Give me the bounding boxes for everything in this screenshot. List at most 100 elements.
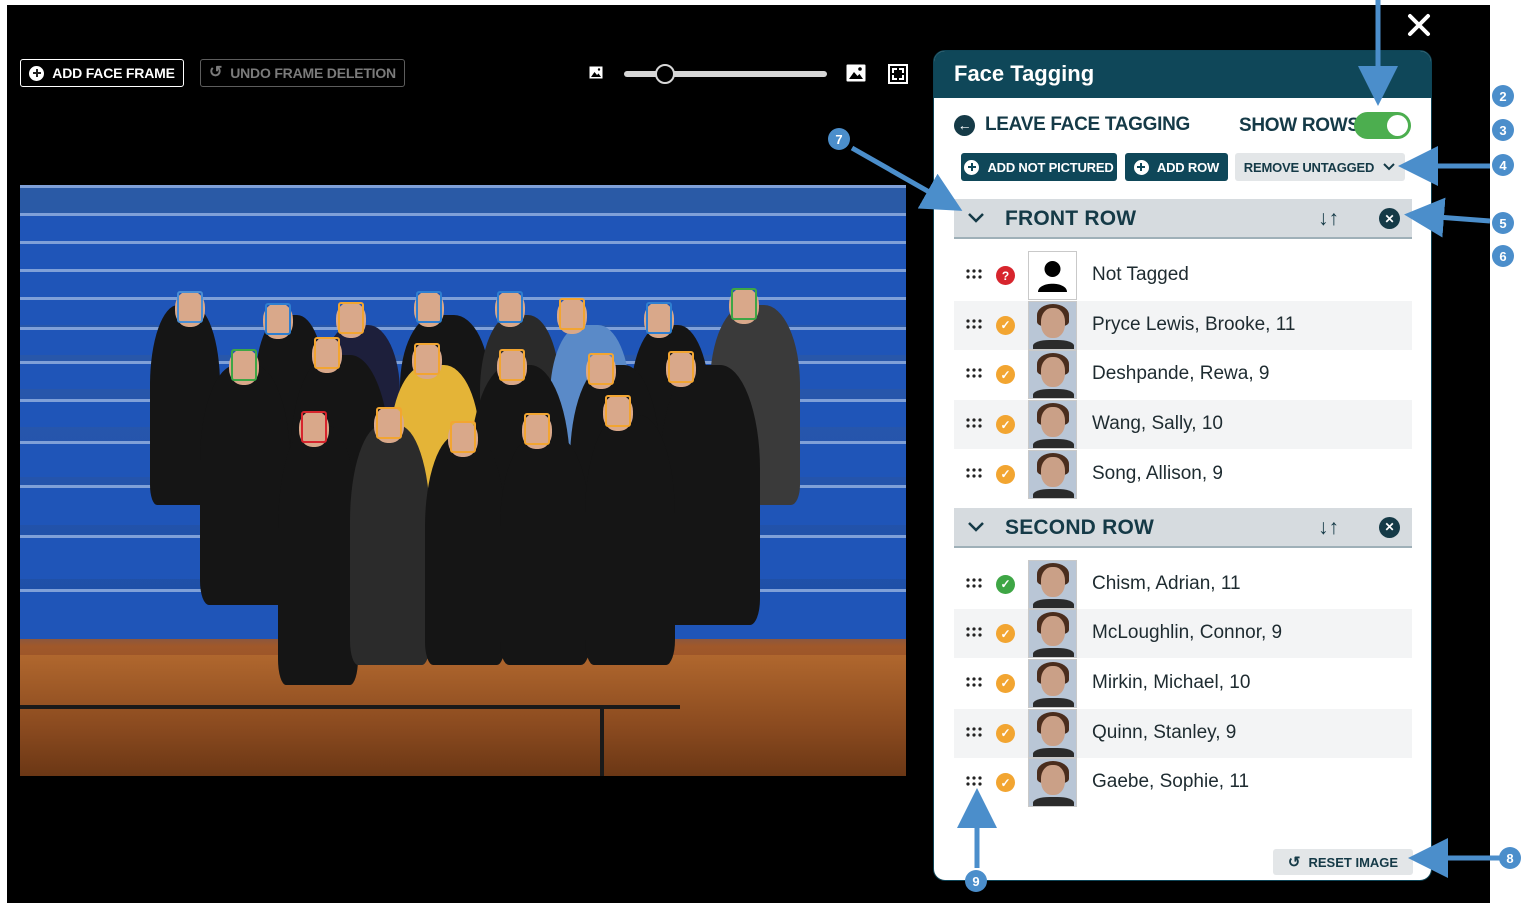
face-frame[interactable] xyxy=(338,302,364,334)
face-frame[interactable] xyxy=(731,288,757,320)
avatar xyxy=(1028,400,1077,450)
status-badge: ✓ xyxy=(996,415,1015,435)
status-badge: ✓ xyxy=(996,574,1015,594)
face-frame[interactable] xyxy=(559,298,585,330)
drag-handle-icon[interactable] xyxy=(966,626,982,638)
chevron-down-icon xyxy=(1383,163,1395,171)
list-item[interactable]: ? Not Tagged xyxy=(954,251,1412,300)
face-frame[interactable] xyxy=(301,411,327,443)
face-frame[interactable] xyxy=(265,303,291,335)
add-row-button[interactable]: ADD ROW xyxy=(1125,153,1228,181)
face-frame[interactable] xyxy=(177,291,203,323)
avatar xyxy=(1028,350,1077,400)
status-badge: ✓ xyxy=(996,624,1015,644)
person-name: Not Tagged xyxy=(1092,264,1189,285)
face-frame[interactable] xyxy=(450,421,476,453)
zoom-slider-thumb[interactable] xyxy=(654,64,675,84)
list-item[interactable]: ✓ Deshpande, Rewa, 9 xyxy=(954,350,1412,400)
image-small-icon[interactable] xyxy=(589,66,603,79)
reset-image-label: RESET IMAGE xyxy=(1308,854,1399,870)
add-not-pictured-button[interactable]: ADD NOT PICTURED xyxy=(961,153,1117,181)
person-name: Pryce Lewis, Brooke, 11 xyxy=(1092,313,1296,335)
show-rows-toggle[interactable] xyxy=(1354,112,1411,139)
add-face-frame-button[interactable]: ADD FACE FRAME xyxy=(20,59,184,87)
chevron-down-icon[interactable] xyxy=(966,517,986,537)
chevron-down-icon[interactable] xyxy=(966,208,986,228)
sort-arrows-icon[interactable]: ↓↑ xyxy=(1318,516,1339,540)
avatar xyxy=(1028,251,1077,300)
person-name: Wang, Sally, 10 xyxy=(1092,413,1223,435)
face-frame[interactable] xyxy=(376,407,402,439)
rows-list[interactable]: FRONT ROW ↓↑ ✕? Not Tagged ✓ Pryce Lewis, Bro… xyxy=(954,199,1412,817)
face-frame[interactable] xyxy=(314,337,340,369)
face-frame[interactable] xyxy=(668,351,694,383)
remove-untagged-dropdown[interactable]: REMOVE UNTAGGED xyxy=(1235,153,1405,181)
face-frame[interactable] xyxy=(416,291,442,323)
x-circle-icon[interactable]: ✕ xyxy=(1379,208,1400,229)
person-name: Song, Allison, 9 xyxy=(1092,462,1223,484)
face-frame[interactable] xyxy=(588,353,614,385)
person-name: McLoughlin, Connor, 9 xyxy=(1092,622,1283,644)
show-rows-label: SHOW ROWS xyxy=(1239,115,1360,136)
add-not-pictured-label: ADD NOT PICTURED xyxy=(987,159,1114,175)
drag-handle-icon[interactable] xyxy=(966,726,982,738)
sort-arrows-icon[interactable]: ↓↑ xyxy=(1318,207,1339,231)
drag-handle-icon[interactable] xyxy=(966,268,982,280)
avatar xyxy=(1028,758,1077,808)
face-frame[interactable] xyxy=(646,302,672,334)
face-frame[interactable] xyxy=(231,349,257,381)
x-circle-icon[interactable]: ✕ xyxy=(1379,516,1400,538)
face-tagging-panel: Face Tagging ← LEAVE FACE TAGGING SHOW R… xyxy=(933,50,1432,881)
list-item[interactable]: ✓ Song, Allison, 9 xyxy=(954,449,1412,499)
drag-handle-icon[interactable] xyxy=(966,417,982,429)
row-title: SECOND ROW xyxy=(1005,515,1154,539)
drag-handle-icon[interactable] xyxy=(966,318,982,330)
leave-face-tagging-label: LEAVE FACE TAGGING xyxy=(985,114,1191,135)
drag-handle-icon[interactable] xyxy=(966,467,982,479)
leave-face-tagging-button[interactable]: ← LEAVE FACE TAGGING xyxy=(954,114,1190,136)
avatar xyxy=(1028,658,1077,708)
fullscreen-icon[interactable] xyxy=(888,64,908,84)
status-badge: ✓ xyxy=(996,464,1015,484)
panel-title: Face Tagging xyxy=(934,51,1431,98)
add-row-label: ADD ROW xyxy=(1156,159,1220,175)
list-item[interactable]: ✓ McLoughlin, Connor, 9 xyxy=(954,609,1412,659)
annotation-badge-3: 3 xyxy=(1492,119,1514,141)
list-item[interactable]: ✓ Quinn, Stanley, 9 xyxy=(954,708,1412,758)
status-badge: ✓ xyxy=(996,773,1015,793)
avatar xyxy=(1028,708,1077,758)
list-item[interactable]: ✓ Wang, Sally, 10 xyxy=(954,400,1412,450)
add-face-frame-label: ADD FACE FRAME xyxy=(52,65,175,81)
drag-handle-icon[interactable] xyxy=(966,367,982,379)
drag-handle-icon[interactable] xyxy=(966,577,982,589)
close-icon[interactable] xyxy=(1405,11,1433,39)
annotation-badge-7: 7 xyxy=(828,128,850,150)
list-item[interactable]: ✓ Mirkin, Michael, 10 xyxy=(954,658,1412,708)
image-large-icon[interactable] xyxy=(846,64,866,82)
reset-image-button[interactable]: ↺ RESET IMAGE xyxy=(1273,849,1413,875)
face-frame[interactable] xyxy=(524,413,550,445)
drag-handle-icon[interactable] xyxy=(966,676,982,688)
row-header[interactable]: SECOND ROW ↓↑ ✕ xyxy=(954,507,1412,548)
list-item[interactable]: ✓ Gaebe, Sophie, 11 xyxy=(954,758,1412,808)
list-item[interactable]: ✓ Chism, Adrian, 11 xyxy=(954,559,1412,609)
person-name: Gaebe, Sophie, 11 xyxy=(1092,771,1250,793)
drag-handle-icon[interactable] xyxy=(966,775,982,787)
person-name: Quinn, Stanley, 9 xyxy=(1092,721,1237,743)
avatar xyxy=(1028,449,1077,499)
status-badge: ✓ xyxy=(996,723,1015,743)
face-frame[interactable] xyxy=(414,343,440,375)
avatar xyxy=(1028,559,1077,609)
face-frame[interactable] xyxy=(497,291,523,323)
annotation-badge-8: 8 xyxy=(1499,847,1521,869)
person-name: Deshpande, Rewa, 9 xyxy=(1092,363,1270,385)
row-header[interactable]: FRONT ROW ↓↑ ✕ xyxy=(954,199,1412,239)
face-frame[interactable] xyxy=(605,395,631,427)
undo-icon: ↺ xyxy=(209,64,223,81)
status-badge: ✓ xyxy=(996,315,1015,335)
undo-frame-deletion-button[interactable]: ↺ UNDO FRAME DELETION xyxy=(200,59,405,87)
list-item[interactable]: ✓ Pryce Lewis, Brooke, 11 xyxy=(954,300,1412,350)
face-frame[interactable] xyxy=(499,349,525,381)
status-badge: ✓ xyxy=(996,673,1015,693)
group-photo[interactable] xyxy=(20,185,906,776)
